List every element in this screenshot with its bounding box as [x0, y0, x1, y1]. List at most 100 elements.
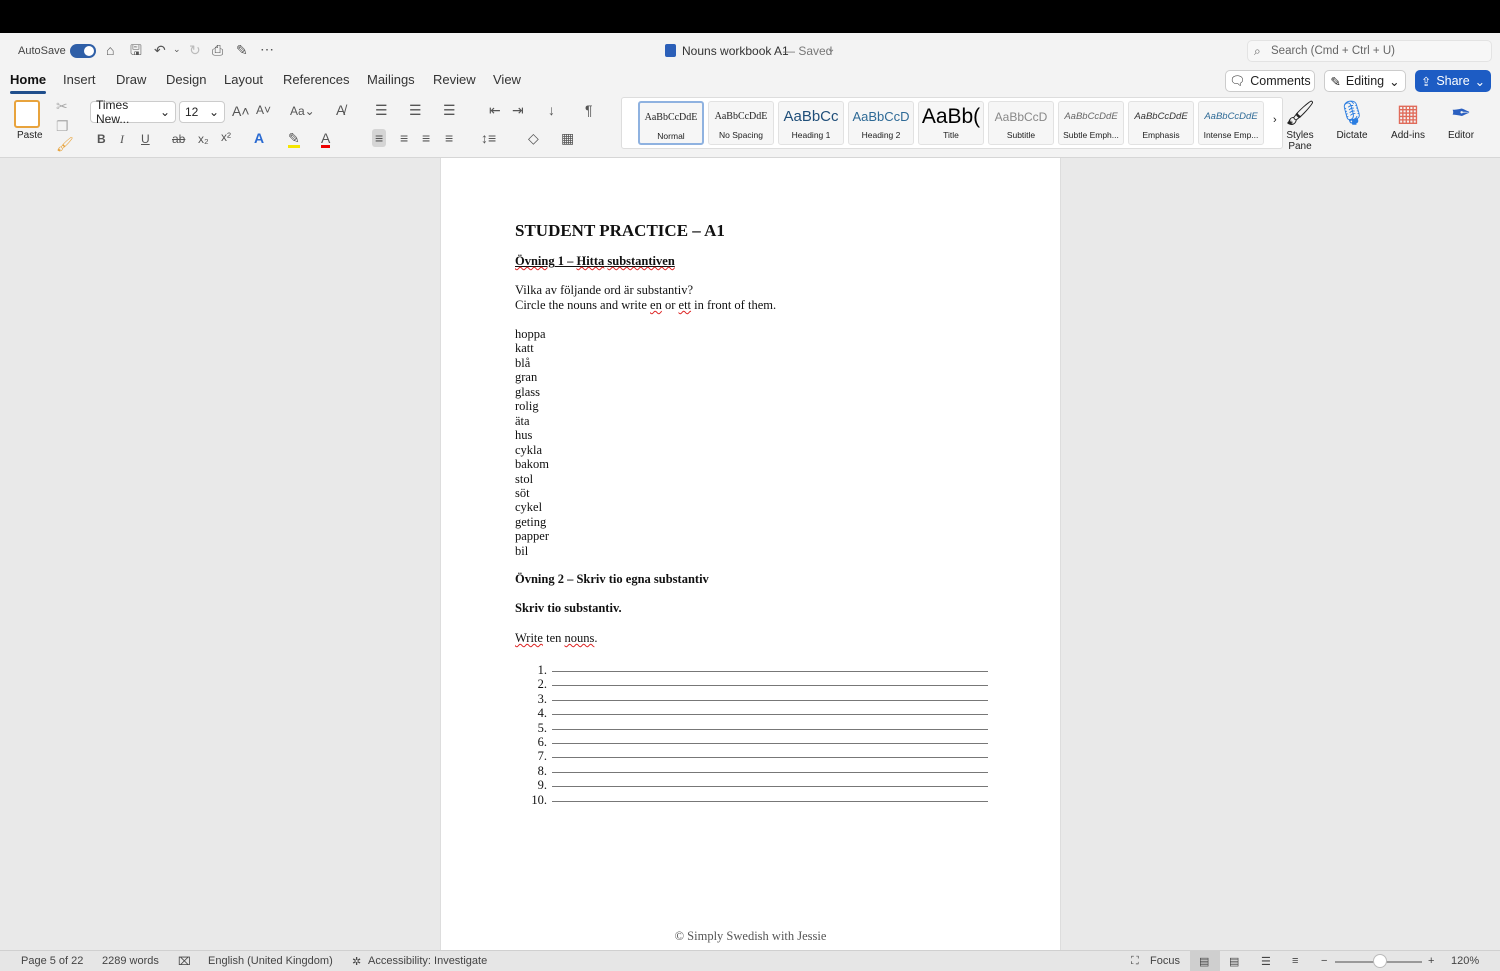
style-subtitle[interactable]: AaBbCcD Subtitle — [988, 101, 1054, 145]
search-box[interactable]: ⌕ Search (Cmd + Ctrl + U) — [1247, 40, 1492, 62]
zoom-in-icon[interactable]: + — [1428, 955, 1434, 967]
sort-icon[interactable]: ↓ — [548, 103, 555, 117]
share-button[interactable]: ⇪ Share ⌄ — [1415, 70, 1491, 92]
home-icon[interactable]: ⌂ — [106, 43, 114, 57]
underline-icon[interactable]: U — [141, 133, 150, 145]
strikethrough-icon[interactable]: ab — [172, 133, 185, 145]
editing-mode-button[interactable]: ✎ Editing ⌄ — [1324, 70, 1406, 92]
font-size-value: 12 — [185, 105, 199, 119]
comments-button[interactable]: 🗨 Comments — [1225, 70, 1315, 92]
pilcrow-icon[interactable]: ¶ — [585, 103, 593, 117]
styles-pane-button[interactable]: 🖌 Styles Pane — [1275, 98, 1325, 152]
zoom-out-icon[interactable]: − — [1321, 955, 1327, 967]
tab-review[interactable]: Review — [433, 72, 476, 87]
style-sample: AaBbCcDdE — [1134, 111, 1188, 122]
web-layout-icon[interactable]: ▤ — [1229, 955, 1239, 968]
editor-button[interactable]: ✒ Editor — [1436, 98, 1486, 141]
justify-icon[interactable]: ≡ — [445, 131, 453, 145]
tab-view[interactable]: View — [493, 72, 521, 87]
style-no-spacing[interactable]: AaBbCcDdE No Spacing — [708, 101, 774, 145]
style-label: Heading 2 — [861, 130, 901, 140]
line-number: 8. — [537, 763, 547, 778]
style-emphasis[interactable]: AaBbCcDdE Emphasis — [1128, 101, 1194, 145]
subscript-icon[interactable]: x₂ — [198, 133, 209, 145]
document-page[interactable]: STUDENT PRACTICE – A1 Övning 1 – Hitta s… — [440, 158, 1061, 958]
style-heading-2[interactable]: AaBbCcD Heading 2 — [848, 101, 914, 145]
superscript-icon[interactable]: x² — [221, 131, 231, 143]
font-name-select[interactable]: Times New... ⌄ — [90, 98, 176, 126]
redo-icon[interactable]: ↻ — [189, 43, 201, 57]
accessibility-status[interactable]: Accessibility: Investigate — [368, 955, 487, 967]
exercise-2-heading: Övning 2 – Skriv tio egna substantiv — [515, 572, 709, 586]
italic-icon[interactable]: I — [120, 133, 124, 145]
align-center-icon[interactable]: ≡ — [400, 131, 408, 145]
zoom-level[interactable]: 120% — [1451, 955, 1479, 967]
tab-draw[interactable]: Draw — [116, 72, 146, 87]
page-count[interactable]: Page 5 of 22 — [21, 955, 83, 967]
style-intense-emphasis[interactable]: AaBbCcDdE Intense Emp... — [1198, 101, 1264, 145]
line-spacing-icon[interactable]: ↕≡ — [481, 131, 496, 145]
add-ins-button[interactable]: ▦ Add-ins — [1383, 98, 1433, 141]
clear-formatting-icon[interactable]: A̸ — [336, 103, 345, 117]
line-number: 9. — [537, 778, 547, 793]
tab-mailings[interactable]: Mailings — [367, 72, 415, 87]
style-title[interactable]: AaBb(Title — [918, 101, 984, 145]
w-text: ten — [542, 631, 565, 645]
more-icon[interactable]: ⋯ — [260, 42, 274, 56]
style-normal[interactable]: AaBbCcDdE Normal — [638, 101, 704, 145]
style-label: Subtitle — [1006, 130, 1036, 140]
dictate-button[interactable]: 🎙 Dictate — [1327, 98, 1377, 141]
word-doc-icon — [665, 44, 676, 57]
style-sample: AaBbCcDdE — [1204, 111, 1258, 122]
accessibility-icon: ✲ — [352, 956, 362, 968]
text-effects-icon[interactable]: A — [254, 131, 264, 145]
focus-button[interactable]: Focus — [1150, 955, 1180, 967]
line-number: 3. — [537, 691, 547, 706]
print-icon[interactable]: ⎙ — [212, 43, 223, 57]
tab-design[interactable]: Design — [166, 72, 206, 87]
tab-insert[interactable]: Insert — [63, 72, 96, 87]
bullets-icon[interactable]: ☰ — [375, 103, 388, 117]
word-list-item: stol — [515, 471, 534, 486]
cut-icon[interactable]: ✂ — [56, 99, 68, 113]
save-status[interactable]: — Saved — [783, 44, 832, 58]
paste-label[interactable]: Paste — [17, 130, 43, 141]
paste-icon[interactable] — [14, 100, 40, 128]
focus-icon: ⛶ — [1131, 955, 1139, 967]
undo-icon[interactable]: ↶ — [154, 43, 166, 57]
align-right-icon[interactable]: ≡ — [422, 131, 430, 145]
save-icon[interactable]: 🖫 — [130, 43, 142, 57]
borders-icon[interactable]: ▦ — [561, 131, 574, 145]
copy-icon[interactable]: ❐ — [56, 119, 69, 133]
change-case-icon[interactable]: Aa⌄ — [290, 105, 315, 117]
align-left-icon[interactable]: ≡ — [372, 129, 387, 147]
tab-home[interactable]: Home — [10, 72, 47, 94]
shrink-font-icon[interactable]: A˅ — [256, 104, 271, 116]
language[interactable]: English (United Kingdom) — [208, 955, 333, 967]
format-painter-icon[interactable]: 🖌 — [56, 137, 74, 151]
style-heading-1[interactable]: AaBbCc Heading 1 — [778, 101, 844, 145]
grow-font-icon[interactable]: A˄ — [232, 104, 250, 118]
tab-layout[interactable]: Layout — [224, 72, 263, 87]
multilevel-list-icon[interactable]: ☰ — [443, 103, 456, 117]
proofing-icon[interactable]: ⌧ — [178, 955, 191, 968]
style-subtle-emphasis[interactable]: AaBbCcDdE Subtle Emph... — [1058, 101, 1124, 145]
numbering-icon[interactable]: ☰ — [409, 103, 422, 117]
undo-dropdown-icon[interactable]: ⌄ — [173, 45, 181, 54]
word-count[interactable]: 2289 words — [102, 955, 159, 967]
styles-pane-label: Styles Pane — [1286, 130, 1314, 152]
highlight-icon[interactable]: ✎ — [288, 131, 300, 148]
draft-view-icon[interactable]: ≡ — [1292, 955, 1298, 967]
shading-icon[interactable]: ◇ — [528, 131, 539, 145]
autosave-toggle[interactable] — [70, 44, 96, 58]
bold-icon[interactable]: B — [97, 133, 106, 145]
decrease-indent-icon[interactable]: ⇤ — [489, 103, 501, 117]
document-title[interactable]: Nouns workbook A1 — [682, 44, 789, 58]
font-color-icon[interactable]: A — [321, 131, 331, 148]
form-icon[interactable]: ✎ — [236, 43, 248, 57]
increase-indent-icon[interactable]: ⇥ — [512, 103, 524, 117]
font-size-select[interactable]: 12 ⌄ — [179, 101, 225, 123]
zoom-slider-thumb[interactable] — [1373, 954, 1387, 968]
tab-references[interactable]: References — [283, 72, 349, 87]
outline-view-icon[interactable]: ☰ — [1261, 955, 1271, 968]
